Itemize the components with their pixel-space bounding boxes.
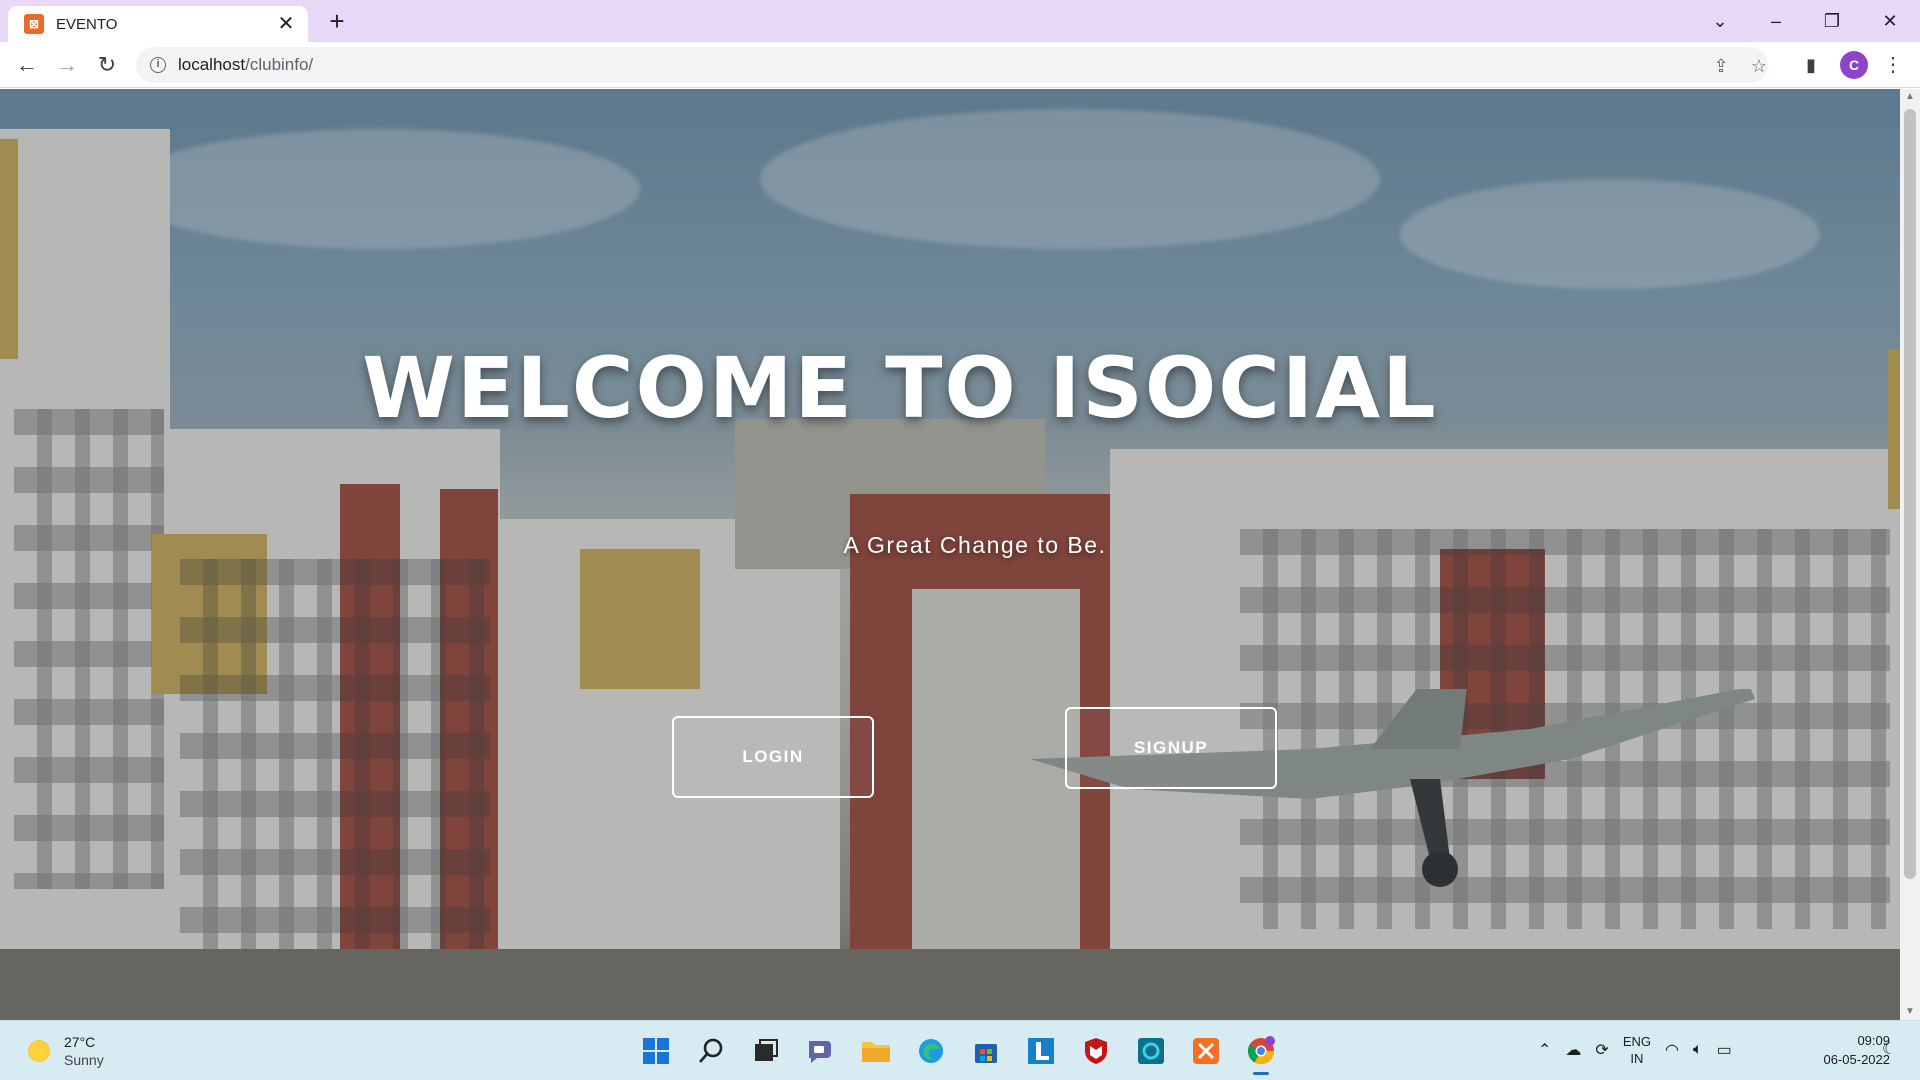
tab-search-chevron-icon[interactable]: ⌄ (1694, 4, 1746, 38)
sun-icon (28, 1040, 50, 1062)
task-view-icon[interactable] (746, 1031, 786, 1071)
file-explorer-icon[interactable] (856, 1031, 896, 1071)
close-tab-icon[interactable]: ✕ (274, 12, 298, 36)
chevron-up-icon[interactable]: ⌃ (1538, 1040, 1551, 1060)
close-window-button[interactable]: ✕ (1864, 4, 1916, 38)
back-arrow-icon[interactable]: ← (12, 50, 42, 80)
scroll-thumb[interactable] (1904, 109, 1916, 879)
teams-chat-icon[interactable] (801, 1031, 841, 1071)
store-icon[interactable] (966, 1031, 1006, 1071)
language-region: IN (1630, 1051, 1644, 1066)
clock-date: 06-05-2022 (1823, 1052, 1891, 1067)
login-button[interactable]: LOGIN (672, 716, 874, 798)
chrome-icon[interactable] (1241, 1031, 1281, 1075)
language-indicator[interactable]: ENG IN (1623, 1033, 1651, 1067)
mcafee-icon[interactable] (1076, 1031, 1116, 1071)
forward-arrow-icon[interactable]: → (52, 50, 82, 80)
weather-temperature: 27°C (64, 1034, 96, 1050)
sync-icon[interactable]: ⟳ (1595, 1040, 1608, 1060)
page-viewport: WELCOME TO ISOCIAL A Great Change to Be.… (0, 89, 1900, 1020)
search-icon[interactable] (691, 1031, 731, 1071)
minimize-button[interactable]: – (1750, 4, 1802, 38)
hero-subtitle: A Great Change to Be. (843, 532, 1107, 558)
reload-icon[interactable]: ↻ (92, 50, 122, 80)
hero-title: WELCOME TO ISOCIAL (362, 339, 1438, 437)
scroll-down-arrow-icon[interactable]: ▼ (1900, 1004, 1920, 1020)
onedrive-cloud-icon[interactable]: ☁ (1565, 1040, 1581, 1060)
notification-moon-icon[interactable]: ☾ (1882, 1039, 1896, 1059)
new-tab-button[interactable]: + (322, 8, 352, 36)
address-bar[interactable]: i localhost/clubinfo/ ⇪ ☆ (136, 47, 1768, 83)
url-host: localhost (178, 55, 246, 74)
o-app-icon[interactable] (1131, 1031, 1171, 1071)
pinned-apps (636, 1031, 1281, 1075)
page-scrollbar[interactable]: ▲ ▼ (1900, 89, 1920, 1020)
windows-taskbar: 27°C Sunny ⌃ ☁ ⟳ ENG IN ◠ 🔈︎ ▭ 09:09 06-… (0, 1020, 1920, 1080)
weather-text: 27°C Sunny (64, 1033, 104, 1069)
start-icon[interactable] (636, 1031, 676, 1071)
clock-time: 09:09 (1857, 1033, 1890, 1048)
weather-condition: Sunny (64, 1052, 104, 1068)
url-text[interactable]: localhost/clubinfo/ (178, 55, 313, 75)
browser-toolbar: ← → ↻ i localhost/clubinfo/ ⇪ ☆ ▮ C ⋮ (0, 42, 1920, 88)
xampp-favicon-icon: ⊠ (24, 14, 44, 34)
share-icon[interactable]: ⇪ (1708, 53, 1734, 79)
browser-titlebar: ⊠ EVENTO ✕ + ⌄ – ❐ ✕ (0, 0, 1920, 42)
tab-title: EVENTO (56, 15, 118, 33)
edge-icon[interactable] (911, 1031, 951, 1071)
scroll-up-arrow-icon[interactable]: ▲ (1900, 89, 1920, 105)
xampp-icon[interactable] (1186, 1031, 1226, 1071)
profile-avatar[interactable]: C (1840, 51, 1868, 79)
system-tray: ⌃ ☁ ⟳ ENG IN ◠ 🔈︎ ▭ (1538, 1033, 1732, 1067)
browser-tab[interactable]: ⊠ EVENTO ✕ (8, 6, 308, 42)
bookmark-star-icon[interactable]: ☆ (1746, 53, 1772, 79)
weather-widget[interactable]: 27°C Sunny (28, 1033, 104, 1069)
more-menu-icon[interactable]: ⋮ (1878, 50, 1908, 80)
restore-button[interactable]: ❐ (1806, 4, 1858, 38)
system-clock[interactable]: 09:09 06-05-2022 (1780, 1031, 1891, 1069)
volume-icon[interactable]: 🔈︎ (1693, 1041, 1703, 1059)
battery-icon[interactable]: ▭ (1717, 1040, 1732, 1060)
url-path: /clubinfo/ (245, 55, 314, 74)
site-info-icon[interactable]: i (150, 57, 166, 73)
wifi-icon[interactable]: ◠ (1665, 1040, 1679, 1060)
side-panel-icon[interactable]: ▮ (1796, 50, 1826, 80)
l-app-icon[interactable] (1021, 1031, 1061, 1071)
signup-button[interactable]: SIGNUP (1065, 707, 1277, 789)
language-code: ENG (1622, 1034, 1651, 1049)
